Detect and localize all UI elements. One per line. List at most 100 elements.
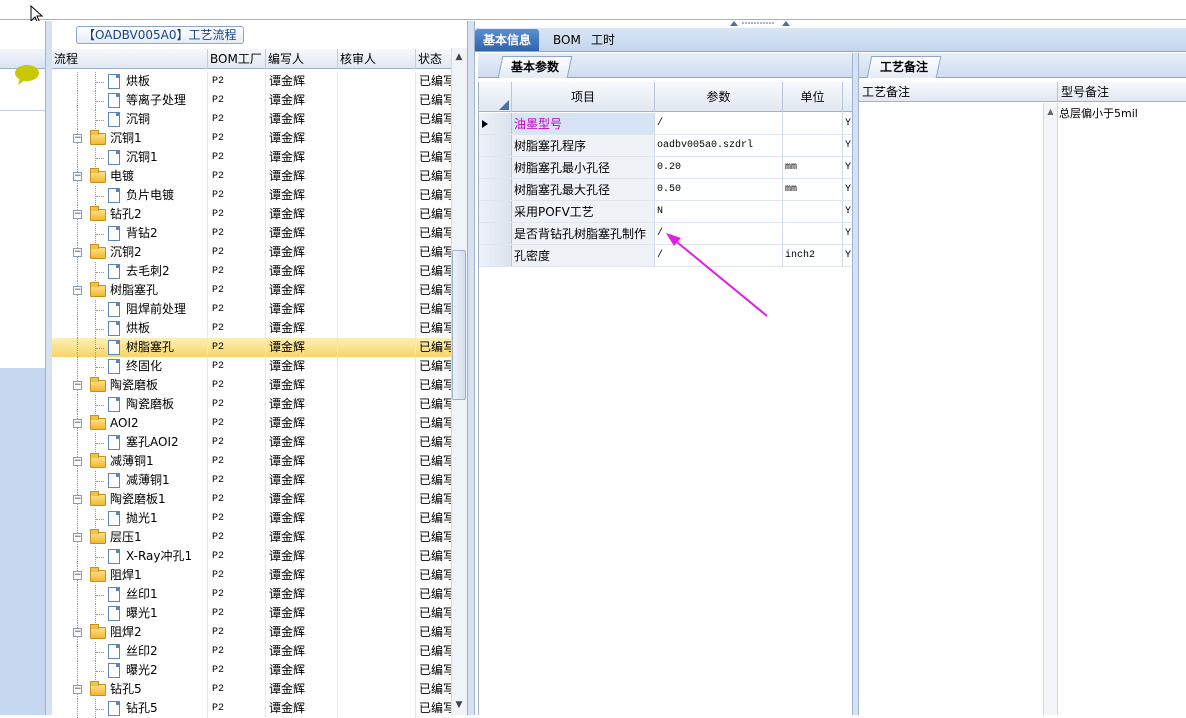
param-item-cell[interactable]: 油墨型号 [512, 113, 655, 134]
row-header[interactable] [479, 113, 512, 134]
tree-node-cell[interactable]: 钻孔5 [52, 699, 208, 718]
param-item-cell[interactable]: 树脂塞孔最大孔径 [512, 179, 655, 200]
col-header-process[interactable]: 流程 [52, 49, 208, 69]
tree-row[interactable]: 终固化 P2 谭金辉 已编写 [52, 357, 452, 376]
row-header[interactable] [479, 201, 512, 222]
param-value-cell[interactable]: / [655, 113, 783, 134]
param-unit-cell[interactable] [783, 223, 843, 244]
col-header-bom[interactable]: BOM工厂 [208, 49, 266, 69]
tree-node-cell[interactable]: 沉铜 [52, 110, 208, 129]
tree-node-cell[interactable]: 去毛刺2 [52, 262, 208, 281]
tree-node-cell[interactable]: 塞孔AOI2 [52, 433, 208, 452]
col-header-status[interactable]: 状态 [416, 49, 452, 69]
tree-row[interactable]: 背钻2 P2 谭金辉 已编写 [52, 224, 452, 243]
col-header-author[interactable]: 编写人 [266, 49, 338, 69]
col-header-unit[interactable]: 单位 [783, 82, 843, 112]
tree-node-cell[interactable]: − 树脂塞孔 [52, 281, 208, 300]
row-header[interactable] [479, 245, 512, 266]
collapse-toggle-icon[interactable]: − [73, 248, 82, 257]
notes-scroll-up-icon[interactable]: ▲ [1044, 107, 1057, 116]
collapse-toggle-icon[interactable]: − [73, 457, 82, 466]
tree-row[interactable]: X-Ray冲孔1 P2 谭金辉 已编写 [52, 547, 452, 566]
tree-node-cell[interactable]: − 层压1 [52, 528, 208, 547]
tree-row[interactable]: 曝光1 P2 谭金辉 已编写 [52, 604, 452, 623]
scroll-up-icon[interactable]: ▲ [452, 52, 466, 66]
param-unit-cell[interactable]: mm [783, 179, 843, 200]
tree-node-cell[interactable]: 沉铜1 [52, 148, 208, 167]
tree-node-cell[interactable]: 烘板 [52, 72, 208, 91]
tree-row[interactable]: − 阻焊1 P2 谭金辉 已编写 [52, 566, 452, 585]
tree-row[interactable]: − 层压1 P2 谭金辉 已编写 [52, 528, 452, 547]
param-unit-cell[interactable]: mm [783, 157, 843, 178]
tree-node-cell[interactable]: − 电镀 [52, 167, 208, 186]
tree-row[interactable]: 陶瓷磨板 P2 谭金辉 已编写 [52, 395, 452, 414]
tree-node-cell[interactable]: − 钻孔5 [52, 680, 208, 699]
tab-basic-params[interactable]: 基本参数 [497, 56, 573, 78]
tree-node-cell[interactable]: 抛光1 [52, 509, 208, 528]
tree-node-cell[interactable]: 减薄铜1 [52, 471, 208, 490]
tree-node-cell[interactable]: 背钻2 [52, 224, 208, 243]
collapse-toggle-icon[interactable]: − [73, 533, 82, 542]
tree-row[interactable]: 丝印1 P2 谭金辉 已编写 [52, 585, 452, 604]
param-value-cell[interactable]: oadbv005a0.szdrl [655, 135, 783, 156]
notes-scrollbar[interactable]: ▲ [1044, 103, 1058, 715]
col-header-reviewer[interactable]: 核审人 [338, 49, 416, 69]
tree-node-cell[interactable]: − 阻焊2 [52, 623, 208, 642]
chat-bubble-icon[interactable] [14, 64, 40, 86]
param-row[interactable]: 是否背钻孔树脂塞孔制作 / Y [479, 223, 853, 245]
model-note-value[interactable]: 总层偏小于5mil [1059, 105, 1138, 121]
tree-row[interactable]: 曝光2 P2 谭金辉 已编写 [52, 661, 452, 680]
collapse-toggle-icon[interactable]: − [73, 134, 82, 143]
tree-node-cell[interactable]: − 陶瓷磨板1 [52, 490, 208, 509]
param-row[interactable]: 采用POFV工艺 N Y [479, 201, 853, 223]
param-value-cell[interactable]: / [655, 245, 783, 266]
tree-row[interactable]: − 钻孔5 P2 谭金辉 已编写 [52, 680, 452, 699]
tree-node-cell[interactable]: 负片电镀 [52, 186, 208, 205]
tree-row[interactable]: 等离子处理 P2 谭金辉 已编写 [52, 91, 452, 110]
col-header-item[interactable]: 项目 [512, 82, 655, 112]
param-value-cell[interactable]: / [655, 223, 783, 244]
param-row[interactable]: 树脂塞孔最小孔径 0.20 mm Y [479, 157, 853, 179]
param-value-cell[interactable]: 0.50 [655, 179, 783, 200]
tree-row[interactable]: 抛光1 P2 谭金辉 已编写 [52, 509, 452, 528]
tree-node-cell[interactable]: 终固化 [52, 357, 208, 376]
tree-node-cell[interactable]: − AOI2 [52, 414, 208, 433]
tree-node-cell[interactable]: − 阻焊1 [52, 566, 208, 585]
tree-node-cell[interactable]: 丝印2 [52, 642, 208, 661]
tree-row[interactable]: − 陶瓷磨板1 P2 谭金辉 已编写 [52, 490, 452, 509]
param-unit-cell[interactable] [783, 113, 843, 134]
tree-row[interactable]: 负片电镀 P2 谭金辉 已编写 [52, 186, 452, 205]
tree-row[interactable]: − AOI2 P2 谭金辉 已编写 [52, 414, 452, 433]
splitter-grip-icon[interactable] [730, 20, 790, 28]
tab-basic-info[interactable]: 基本信息 [475, 29, 540, 51]
tree-node-cell[interactable]: − 钻孔2 [52, 205, 208, 224]
tree-row[interactable]: 沉铜 P2 谭金辉 已编写 [52, 110, 452, 129]
param-item-cell[interactable]: 树脂塞孔最小孔径 [512, 157, 655, 178]
tree-row[interactable]: 树脂塞孔 P2 谭金辉 已编写 [52, 338, 452, 357]
tree-node-cell[interactable]: − 沉铜2 [52, 243, 208, 262]
tree-row[interactable]: − 陶瓷磨板 P2 谭金辉 已编写 [52, 376, 452, 395]
collapse-toggle-icon[interactable]: − [73, 571, 82, 580]
tree-row[interactable]: − 沉铜2 P2 谭金辉 已编写 [52, 243, 452, 262]
tree-node-cell[interactable]: 曝光1 [52, 604, 208, 623]
col-header-model-note[interactable]: 型号备注 [1058, 82, 1186, 102]
tree-node-cell[interactable]: − 减薄铜1 [52, 452, 208, 471]
tree-row[interactable]: 钻孔5 P2 谭金辉 已编写 [52, 699, 452, 718]
tree-node-cell[interactable]: − 沉铜1 [52, 129, 208, 148]
row-header[interactable] [479, 179, 512, 200]
tab-hours[interactable]: 工时 [583, 29, 623, 51]
tree-node-cell[interactable]: 陶瓷磨板 [52, 395, 208, 414]
param-row[interactable]: 树脂塞孔程序 oadbv005a0.szdrl Y [479, 135, 853, 157]
tree-node-cell[interactable]: 丝印1 [52, 585, 208, 604]
param-value-cell[interactable]: N [655, 201, 783, 222]
row-header[interactable] [479, 157, 512, 178]
row-header[interactable] [479, 135, 512, 156]
tree-row[interactable]: 烘板 P2 谭金辉 已编写 [52, 72, 452, 91]
collapse-toggle-icon[interactable]: − [73, 685, 82, 694]
param-value-cell[interactable]: 0.20 [655, 157, 783, 178]
tree-row[interactable]: 减薄铜1 P2 谭金辉 已编写 [52, 471, 452, 490]
param-item-cell[interactable]: 树脂塞孔程序 [512, 135, 655, 156]
param-unit-cell[interactable] [783, 201, 843, 222]
collapse-toggle-icon[interactable]: − [73, 419, 82, 428]
tree-row[interactable]: 阻焊前处理 P2 谭金辉 已编写 [52, 300, 452, 319]
